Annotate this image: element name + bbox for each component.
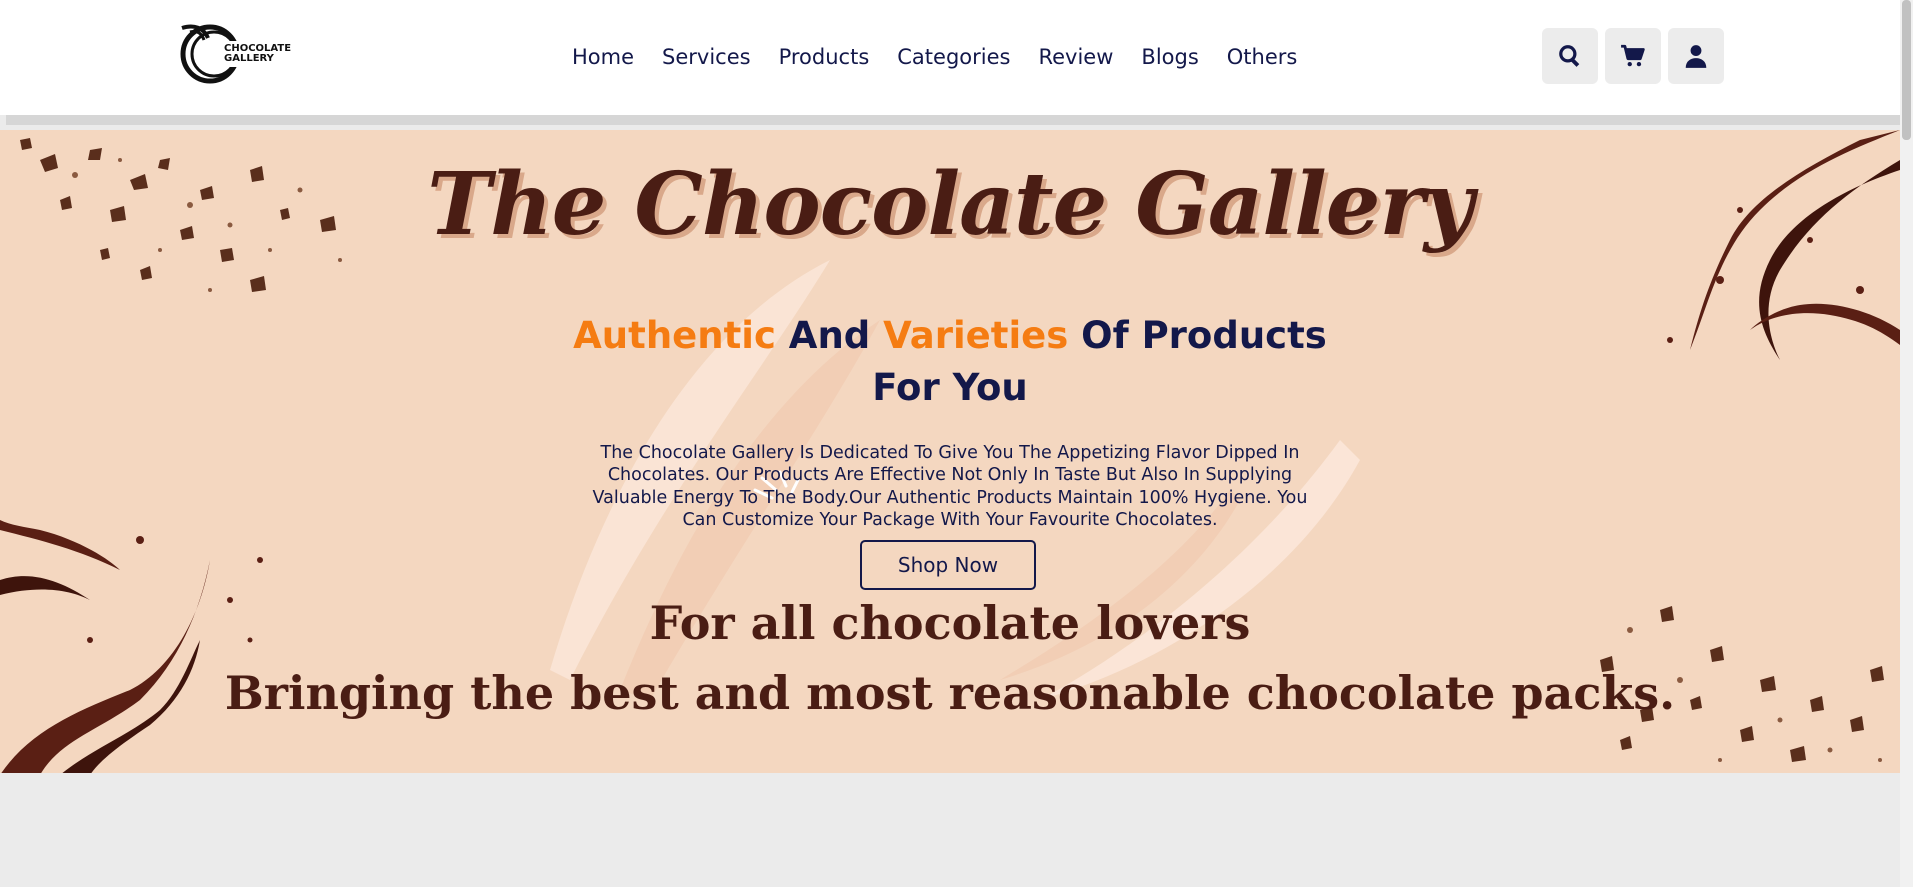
hero-description: The Chocolate Gallery Is Dedicated To Gi… (592, 442, 1308, 531)
hero-subtitle: Authentic And Varieties Of Products For … (550, 310, 1350, 414)
subtitle-text-and: And (775, 314, 884, 357)
user-icon (1685, 45, 1707, 68)
scrollbar-thumb[interactable] (1902, 0, 1911, 140)
header-divider (6, 115, 1900, 125)
nav-categories[interactable]: Categories (897, 42, 1010, 72)
hero-title: The Chocolate Gallery (427, 154, 1474, 255)
search-icon (1559, 45, 1580, 67)
nav-services[interactable]: Services (662, 42, 751, 72)
nav-review[interactable]: Review (1038, 42, 1113, 72)
search-button[interactable] (1542, 28, 1598, 84)
page-scrollbar[interactable] (1900, 0, 1913, 887)
hero-tagline-1: For all chocolate lovers (649, 596, 1251, 650)
brand-logo[interactable]: CHOCOLATE GALLERY (174, 20, 294, 86)
hero-tagline-2: Bringing the best and most reasonable ch… (224, 666, 1676, 720)
cart-icon (1621, 44, 1645, 67)
nav-others[interactable]: Others (1227, 42, 1298, 72)
nav-products[interactable]: Products (779, 42, 870, 72)
nav-blogs[interactable]: Blogs (1141, 42, 1198, 72)
nav-home[interactable]: Home (572, 42, 634, 72)
subtitle-highlight-varieties: Varieties (883, 314, 1069, 357)
hero-banner: The Chocolate Gallery Authentic And Vari… (0, 130, 1900, 773)
site-header: CHOCOLATE GALLERY Home Services Products… (0, 0, 1900, 115)
shop-now-button[interactable]: Shop Now (860, 540, 1036, 590)
cart-button[interactable] (1605, 28, 1661, 84)
logo-line-2: GALLERY (224, 53, 274, 64)
account-button[interactable] (1668, 28, 1724, 84)
logo-text: CHOCOLATE GALLERY (224, 44, 291, 64)
main-nav: Home Services Products Categories Review… (572, 42, 1325, 72)
subtitle-highlight-authentic: Authentic (573, 314, 776, 357)
